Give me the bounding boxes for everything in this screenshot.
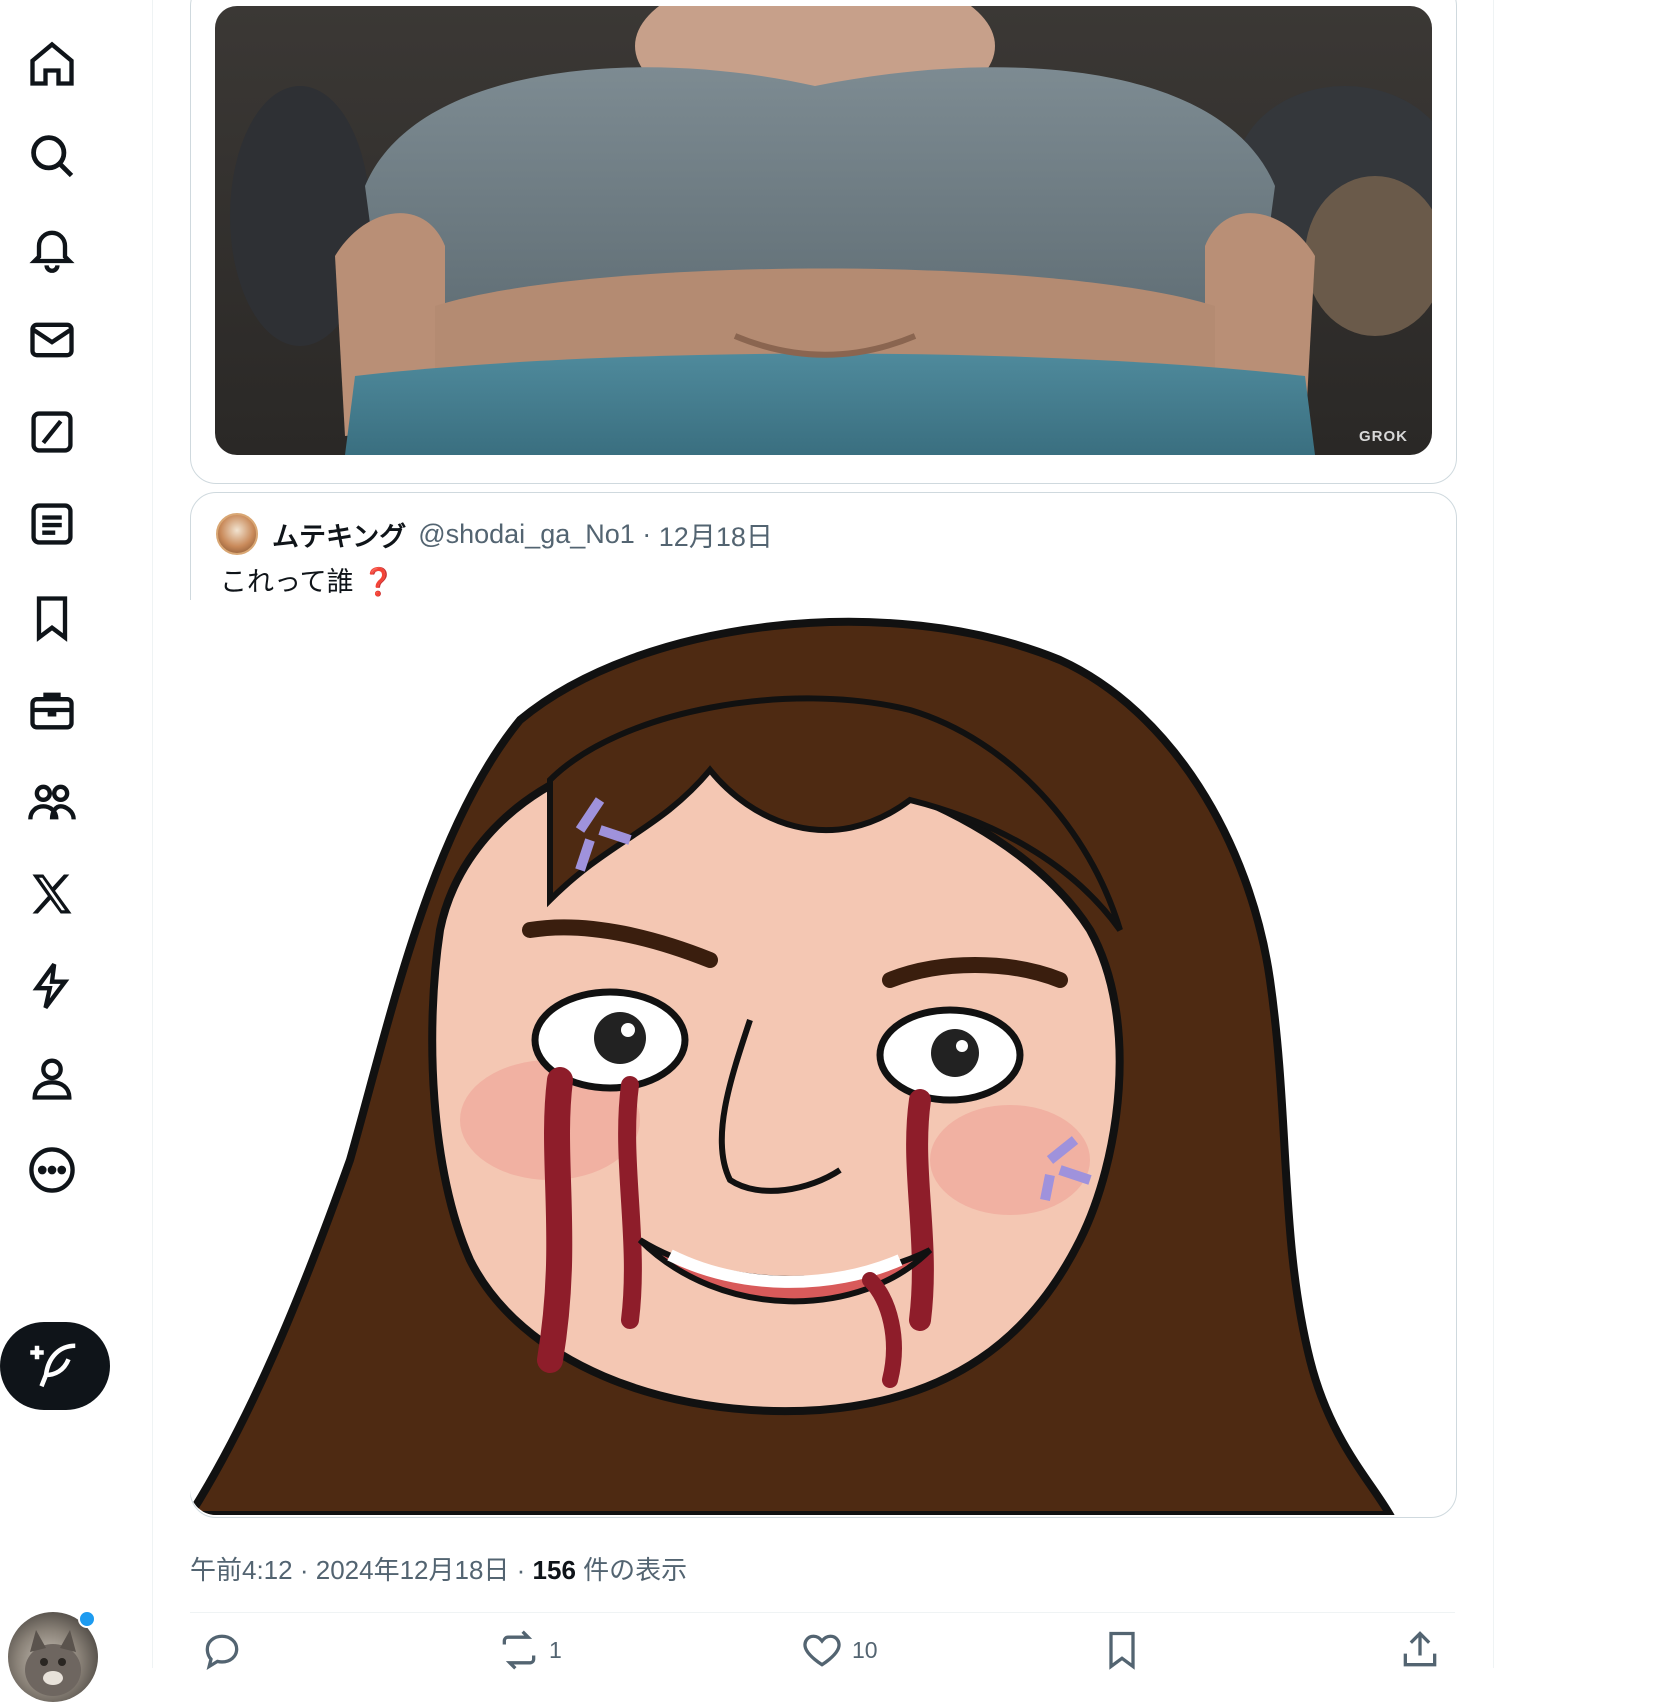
post-metadata: 午前4:12 · 2024年12月18日 · 156 件の表示: [190, 1550, 687, 1587]
left-nav: [0, 0, 150, 1702]
grok-icon[interactable]: [22, 402, 82, 462]
profile-icon[interactable]: [22, 1048, 82, 1108]
home-icon[interactable]: [22, 34, 82, 94]
quoted-post-date[interactable]: 12月18日: [659, 515, 773, 554]
verified-orgs-icon[interactable]: [22, 956, 82, 1016]
post-actions: 1 10: [190, 1628, 1455, 1671]
question-mark-emoji: ❓: [361, 567, 396, 597]
search-icon[interactable]: [22, 126, 82, 186]
quoted-author-handle[interactable]: @shodai_ga_No1: [418, 519, 635, 550]
views-count: 156: [532, 1555, 576, 1585]
like-count: 10: [852, 1636, 878, 1663]
reply-icon: [205, 1634, 239, 1671]
meta-separator: ·: [634, 518, 659, 549]
bookmark-icon: [1109, 1631, 1135, 1670]
heart-icon: [803, 1634, 841, 1667]
messages-icon[interactable]: [22, 310, 82, 370]
bookmarks-icon[interactable]: [22, 588, 82, 648]
premium-x-icon[interactable]: [22, 864, 82, 924]
quoted-author-name[interactable]: ムテキング: [272, 515, 406, 554]
image-watermark: GROK: [1359, 428, 1408, 445]
share-icon: [1403, 1631, 1437, 1667]
bookmark-button[interactable]: [1100, 1628, 1144, 1672]
repost-button[interactable]: 1: [497, 1628, 562, 1672]
more-icon[interactable]: [22, 1140, 82, 1200]
post-date[interactable]: 2024年12月18日: [316, 1555, 510, 1585]
compose-feather-icon: [30, 1343, 76, 1388]
reply-button[interactable]: [200, 1628, 252, 1672]
jobs-icon[interactable]: [22, 680, 82, 740]
compose-button[interactable]: [0, 1322, 110, 1410]
repost-count: 1: [549, 1636, 562, 1663]
meta-separator: ·: [516, 1555, 533, 1585]
actions-divider: [190, 1612, 1455, 1613]
views-label: 件の表示: [583, 1555, 688, 1585]
share-button[interactable]: [1398, 1628, 1442, 1672]
meta-separator: ·: [299, 1555, 316, 1585]
quoted-author-avatar[interactable]: [216, 513, 258, 555]
post-image[interactable]: GROK: [215, 6, 1432, 455]
quoted-post-body: これって誰: [220, 567, 354, 597]
unread-dot: [78, 1610, 96, 1628]
quoted-post-text: これって誰 ❓: [220, 560, 395, 599]
like-button[interactable]: 10: [800, 1628, 878, 1672]
lists-icon[interactable]: [22, 494, 82, 554]
quoted-post-image[interactable]: [190, 600, 1455, 1515]
communities-icon[interactable]: [22, 772, 82, 832]
notifications-icon[interactable]: [22, 218, 82, 278]
quoted-post-header: ムテキング @shodai_ga_No1 · 12月18日: [216, 513, 773, 555]
repost-icon: [502, 1630, 536, 1670]
post-time[interactable]: 午前4:12: [190, 1555, 293, 1585]
